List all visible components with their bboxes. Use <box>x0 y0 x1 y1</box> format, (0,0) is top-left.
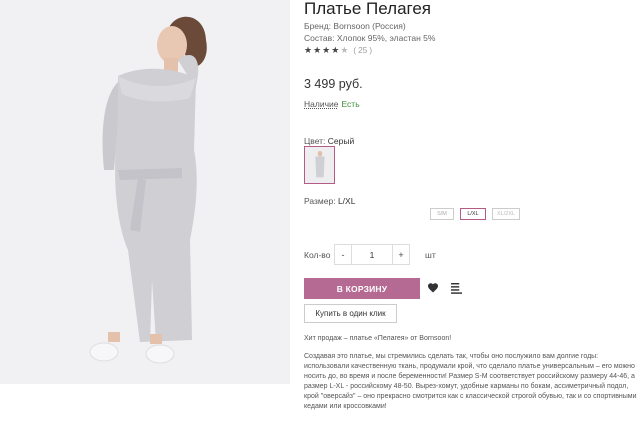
star-empty-icon: ★ <box>340 45 349 55</box>
star-icon: ★ <box>313 45 322 55</box>
buy-one-click-button[interactable]: Купить в один клик <box>304 304 397 323</box>
reviews-count[interactable]: ( 25 ) <box>353 46 372 55</box>
description-intro: Хит продаж – платье «Пелагея» от Bornsoo… <box>304 335 452 342</box>
color-label: Цвет: Серый <box>304 136 354 146</box>
quantity-stepper: - 1 + <box>334 244 410 265</box>
quantity-decrease-button[interactable]: - <box>334 244 352 265</box>
size-option-s-m[interactable]: S/M <box>430 208 454 220</box>
heart-icon[interactable] <box>427 282 439 294</box>
price: 3 499 руб. <box>304 77 363 91</box>
quantity-increase-button[interactable]: + <box>392 244 410 265</box>
size-option-xl-2xl[interactable]: XL/2XL <box>492 208 521 220</box>
quantity-label: Кол-во <box>304 250 331 260</box>
color-label-text: Цвет: <box>304 136 326 146</box>
quantity-input[interactable]: 1 <box>352 244 392 265</box>
size-options: S/M L/XL XL/2XL <box>430 208 521 220</box>
description-body: Создавая это платье, мы стремились сдела… <box>304 353 637 410</box>
availability-value: Есть <box>341 99 360 109</box>
color-swatch-gray[interactable] <box>304 146 335 184</box>
composition-text: Состав: Хлопок 95%, эластан 5% <box>304 33 436 43</box>
star-icon: ★ <box>331 45 340 55</box>
product-description: Хит продаж – платье «Пелагея» от Bornsoo… <box>304 334 640 420</box>
availability-label[interactable]: Наличие <box>304 99 338 109</box>
compare-icon[interactable] <box>451 283 462 294</box>
availability: Наличие Есть <box>304 99 360 109</box>
star-icon: ★ <box>322 45 331 55</box>
color-value: Серый <box>327 136 355 146</box>
size-value: L/XL <box>337 196 356 206</box>
swatch-thumbnail <box>307 149 332 181</box>
size-option-l-xl[interactable]: L/XL <box>460 208 486 220</box>
rating[interactable]: ★ ★ ★ ★ ★ ( 25 ) <box>304 45 372 56</box>
star-icon: ★ <box>304 45 313 55</box>
add-to-cart-button[interactable]: В КОРЗИНУ <box>304 278 420 299</box>
product-title: Платье Пелагея <box>304 0 432 18</box>
quantity-unit: шт <box>425 250 436 260</box>
product-photo[interactable] <box>0 0 290 384</box>
brand-text: Бренд: Bornsoon (Россия) <box>304 21 406 31</box>
size-label-text: Размер: <box>304 196 336 206</box>
size-label: Размер: L/XL <box>304 196 355 206</box>
